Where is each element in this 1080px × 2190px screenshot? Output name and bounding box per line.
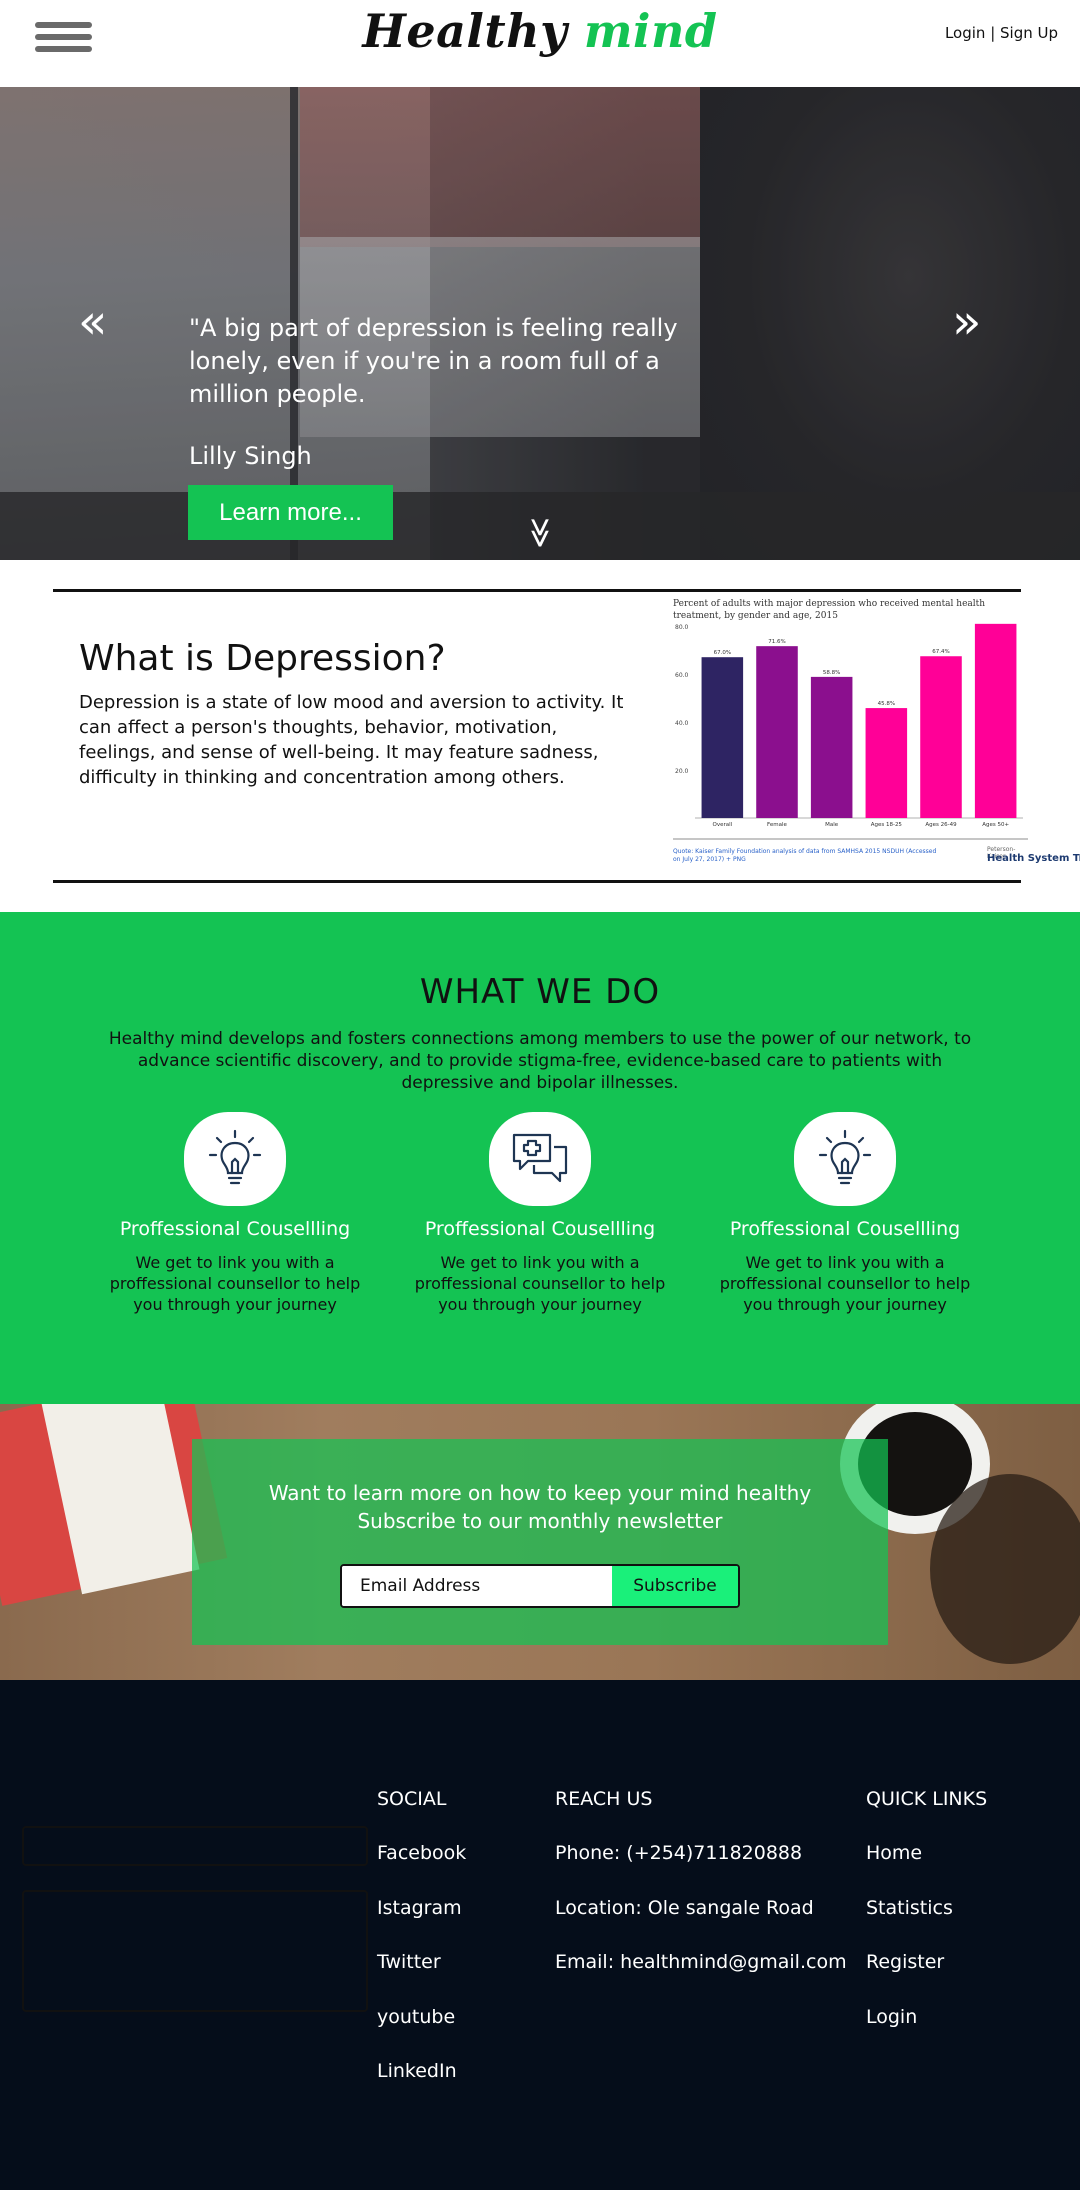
chart-category-label: Ages 50+ (982, 822, 1009, 828)
footer-reach-column: REACH US Phone: (+254)711820888 Location… (555, 1788, 847, 2006)
depression-description: Depression is a state of low mood and av… (79, 692, 624, 788)
footer-quick-links-column: QUICK LINKS Home Statistics Register Log… (866, 1788, 987, 2060)
lightbulb-icon (794, 1112, 896, 1206)
site-logo[interactable]: Healthy mind (0, 4, 1080, 58)
service-card[interactable]: Proffessional Cousellling We get to link… (695, 1112, 995, 1315)
footer-link-facebook[interactable]: Facebook (377, 1842, 466, 1897)
footer-empty-box (22, 1890, 368, 2012)
chart-category-label: Ages 18-25 (871, 822, 903, 828)
service-card[interactable]: Proffessional Cousellling We get to link… (390, 1112, 690, 1315)
chart-value-label: 71.6% (768, 639, 785, 645)
email-input[interactable] (342, 1566, 612, 1606)
subscribe-button[interactable]: Subscribe (612, 1566, 738, 1606)
chat-medical-icon (489, 1112, 591, 1206)
chart-bar (920, 656, 962, 818)
service-description: We get to link you with a proffessional … (109, 1253, 361, 1314)
chart-y-tick-label: 60.0 (675, 672, 689, 679)
depression-section: What is Depression? Depression is a stat… (53, 589, 1080, 883)
chart-plot: 20.0 40.0 60.0 80.0 67.0% Overall 71.6% Female 5… (673, 622, 1028, 840)
service-description: We get to link you with a proffessional … (414, 1253, 666, 1314)
decor-coffee-pot (930, 1474, 1080, 1664)
chart-y-tick-label: 20.0 (675, 768, 689, 775)
scroll-down-chevron-icon[interactable]: ≫ (523, 517, 558, 548)
lightbulb-icon (184, 1112, 286, 1206)
service-title: Proffessional Cousellling (424, 1218, 656, 1240)
footer-social-column: SOCIAL Facebook Istagram Twitter youtube… (377, 1788, 466, 2115)
hero-quote-author: Lilly Singh (189, 442, 312, 470)
site-footer: SOCIAL Facebook Istagram Twitter youtube… (0, 1680, 1080, 2190)
chart-category-label: Male (825, 822, 839, 828)
chart-value-label: 67.4% (932, 649, 949, 655)
chart-y-tick-label: 40.0 (675, 720, 689, 727)
what-we-do-title: WHAT WE DO (419, 972, 661, 1012)
newsletter-section: Want to learn more on how to keep your m… (0, 1404, 1080, 1680)
chart-bar (810, 676, 853, 818)
footer-link-twitter[interactable]: Twitter (377, 1951, 466, 2006)
chart-source-note: Quote: Kaiser Family Foundation analysis… (673, 848, 937, 863)
chart-brand: Health System Tracker (987, 853, 1080, 864)
chart-category-label: Ages 26-49 (925, 822, 957, 828)
footer-empty-box (22, 1826, 368, 1866)
footer-social-heading: SOCIAL (377, 1788, 447, 1810)
newsletter-form: Subscribe (340, 1564, 740, 1608)
site-header: Healthy mind Login | Sign Up (0, 0, 1080, 87)
depression-title: What is Depression? (79, 638, 446, 679)
hero-quote: "A big part of depression is feeling rea… (189, 314, 678, 408)
login-signup-link[interactable]: Login | Sign Up (945, 24, 1058, 42)
chart-category-label: Female (767, 822, 788, 828)
footer-phone: Phone: (+254)711820888 (555, 1842, 803, 1864)
learn-more-button[interactable]: Learn more... (188, 485, 393, 540)
logo-part-healthy: Healthy (362, 4, 568, 58)
footer-location: Location: Ole sangale Road (555, 1896, 814, 1919)
footer-quick-heading: QUICK LINKS (866, 1788, 988, 1810)
chart-bar (756, 646, 798, 818)
chart-category-label: Overall (713, 822, 733, 828)
footer-link-instagram[interactable]: Istagram (377, 1897, 466, 1952)
chart-y-tick-label: 80.0 (675, 624, 689, 631)
newsletter-heading: Want to learn more on how to keep your m… (268, 1481, 812, 1505)
what-we-do-description: Healthy mind develops and fosters connec… (108, 1029, 972, 1093)
what-we-do-section: WHAT WE DO Healthy mind develops and fos… (0, 912, 1080, 1404)
footer-link-home[interactable]: Home (866, 1842, 987, 1897)
chart-value-label: 45.8% (878, 701, 895, 707)
chart-title: Percent of adults with major depression … (673, 599, 986, 621)
service-title: Proffessional Cousellling (119, 1218, 351, 1240)
hero-carousel: « » "A big part of depression is feeling… (0, 87, 1080, 560)
service-card[interactable]: Proffessional Cousellling We get to link… (85, 1112, 385, 1315)
chart-bar (701, 657, 744, 818)
chart-value-label: 67.0% (714, 650, 731, 656)
footer-link-youtube[interactable]: youtube (377, 2006, 466, 2061)
service-description: We get to link you with a proffessional … (719, 1253, 971, 1314)
chart-bar (865, 708, 908, 818)
logo-part-mind: mind (583, 4, 718, 58)
footer-link-register[interactable]: Register (866, 1951, 987, 2006)
footer-link-linkedin[interactable]: LinkedIn (377, 2060, 466, 2115)
chart-bar (974, 623, 1017, 818)
chart-value-label: 80.9% (987, 622, 1004, 623)
carousel-prev-icon[interactable]: « (78, 298, 107, 346)
footer-link-login[interactable]: Login (866, 2006, 987, 2061)
service-title: Proffessional Cousellling (729, 1218, 961, 1240)
carousel-next-icon[interactable]: » (952, 298, 981, 346)
depression-treatment-chart: Percent of adults with major depression … (673, 592, 1080, 872)
footer-email[interactable]: Email: healthmind@gmail.com (555, 1951, 847, 2006)
chart-value-label: 58.8% (823, 670, 840, 676)
newsletter-subheading: Subscribe to our monthly newsletter (357, 1509, 723, 1533)
footer-reach-heading: REACH US (555, 1788, 653, 1810)
footer-link-statistics[interactable]: Statistics (866, 1897, 987, 1952)
newsletter-panel: Want to learn more on how to keep your m… (192, 1439, 888, 1645)
